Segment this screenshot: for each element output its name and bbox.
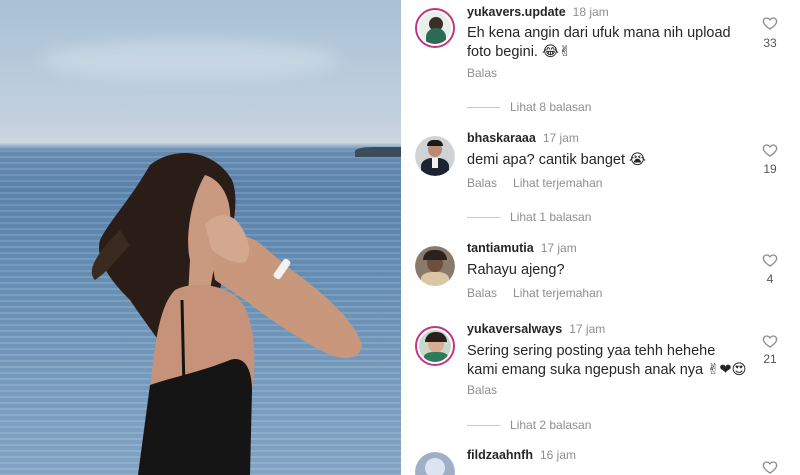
comment-username[interactable]: tantiamutia bbox=[467, 241, 534, 255]
comment-header: yukaversalways 17 jam bbox=[467, 321, 605, 337]
view-replies-label: Lihat 2 balasan bbox=[510, 418, 592, 432]
comment-header: tantiamutia 17 jam bbox=[467, 240, 577, 256]
avatar[interactable] bbox=[415, 452, 455, 475]
view-replies-label: Lihat 8 balasan bbox=[510, 100, 592, 114]
like-count: 21 bbox=[763, 352, 777, 366]
comment-header: bhaskaraaa 17 jam bbox=[467, 130, 579, 146]
woman-figure bbox=[91, 153, 362, 475]
comment-time: 17 jam bbox=[569, 322, 606, 336]
view-replies-label: Lihat 1 balasan bbox=[510, 210, 592, 224]
comment-time: 17 jam bbox=[540, 241, 577, 255]
comment-actions: Balas bbox=[467, 66, 497, 80]
comment-username[interactable]: yukavers.update bbox=[467, 5, 566, 19]
comment-actions: Balas bbox=[467, 383, 497, 397]
thread-divider bbox=[467, 216, 500, 218]
like-count: 19 bbox=[763, 162, 777, 176]
comment-username[interactable]: bhaskaraaa bbox=[467, 131, 536, 145]
avatar[interactable] bbox=[415, 136, 455, 176]
comment-header: yukavers.update 18 jam bbox=[467, 4, 609, 20]
comment-username[interactable]: yukaversalways bbox=[467, 322, 562, 336]
thread-divider bbox=[467, 424, 500, 426]
view-replies-button[interactable]: Lihat 8 balasan bbox=[467, 100, 591, 114]
translate-button[interactable]: Lihat terjemahan bbox=[513, 286, 602, 300]
heart-icon[interactable] bbox=[762, 142, 778, 158]
comment-text: Rahayu ajeng? bbox=[467, 262, 565, 278]
like-count: 4 bbox=[766, 272, 774, 286]
heart-icon[interactable] bbox=[762, 252, 778, 268]
post-photo bbox=[0, 0, 401, 475]
comment-time: 18 jam bbox=[572, 5, 609, 19]
translate-button[interactable]: Lihat terjemahan bbox=[513, 176, 602, 190]
comment-time: 16 jam bbox=[539, 448, 576, 462]
avatar[interactable] bbox=[415, 326, 455, 366]
comment-text: Eh kena angin dari ufuk mana nih upload … bbox=[467, 25, 731, 60]
heart-icon[interactable] bbox=[762, 459, 778, 475]
comment-actions: Balas Lihat terjemahan bbox=[467, 176, 602, 190]
avatar[interactable] bbox=[415, 8, 455, 48]
reply-button[interactable]: Balas bbox=[467, 66, 497, 80]
comment-header: fildzaahnfh 16 jam bbox=[467, 447, 576, 463]
comment-username[interactable]: fildzaahnfh bbox=[467, 448, 533, 462]
comment-text: demi apa? cantik banget 😭 bbox=[467, 152, 646, 168]
heart-icon[interactable] bbox=[762, 15, 778, 31]
avatar[interactable] bbox=[415, 246, 455, 286]
comment-actions: Balas Lihat terjemahan bbox=[467, 286, 602, 300]
reply-button[interactable]: Balas bbox=[467, 383, 497, 397]
comments-panel: yukavers.update 18 jam Eh kena angin dari… bbox=[401, 0, 800, 475]
comment-time: 17 jam bbox=[542, 131, 579, 145]
like-count: 33 bbox=[763, 36, 777, 50]
view-replies-button[interactable]: Lihat 1 balasan bbox=[467, 210, 591, 224]
view-replies-button[interactable]: Lihat 2 balasan bbox=[467, 418, 591, 432]
reply-button[interactable]: Balas bbox=[467, 176, 497, 190]
comment-text: Sering sering posting yaa tehh hehehe ka… bbox=[467, 343, 747, 378]
heart-icon[interactable] bbox=[762, 333, 778, 349]
thread-divider bbox=[467, 106, 500, 108]
reply-button[interactable]: Balas bbox=[467, 286, 497, 300]
